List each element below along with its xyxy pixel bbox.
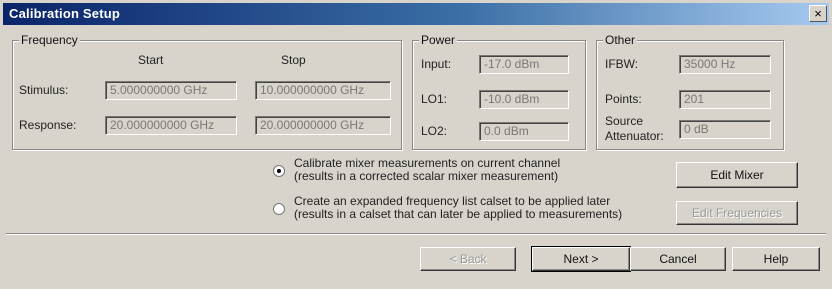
source-attenuator-field[interactable]: 0 dB xyxy=(679,120,771,139)
title-bar[interactable]: Calibration Setup × xyxy=(3,3,829,25)
lo1-power-field[interactable]: -10.0 dBm xyxy=(479,90,569,109)
close-icon[interactable]: × xyxy=(809,5,827,22)
ifbw-field[interactable]: 35000 Hz xyxy=(679,55,771,74)
points-field[interactable]: 201 xyxy=(679,90,771,109)
lo2-label: LO2: xyxy=(421,124,448,138)
cancel-button[interactable]: Cancel xyxy=(630,247,726,271)
calibrate-mixer-option[interactable]: Calibrate mixer measurements on current … xyxy=(294,157,560,183)
next-button[interactable]: Next > xyxy=(531,246,631,272)
power-legend: Power xyxy=(419,33,458,47)
input-label: Input: xyxy=(421,57,452,71)
edit-mixer-button[interactable]: Edit Mixer xyxy=(676,162,798,188)
source-attenuator-label-line1: Source xyxy=(605,114,644,128)
expanded-calset-option-line2: (results in a calset that can later be a… xyxy=(294,207,623,221)
response-start-field[interactable]: 20.000000000 GHz xyxy=(105,116,237,135)
stimulus-label: Stimulus: xyxy=(19,83,69,97)
footer-separator xyxy=(6,233,826,235)
frequency-group: Frequency Start Stop Stimulus: 5.0000000… xyxy=(12,33,402,150)
dialog-title: Calibration Setup xyxy=(9,6,121,21)
radio-selected-dot xyxy=(277,169,281,173)
calibrate-mixer-option-line2: (results in a corrected scalar mixer mea… xyxy=(294,169,559,183)
calibration-setup-dialog: Calibration Setup × Frequency Start Stop… xyxy=(0,0,832,289)
frequency-legend: Frequency xyxy=(19,33,80,47)
points-label: Points: xyxy=(605,92,642,106)
input-power-field[interactable]: -17.0 dBm xyxy=(479,55,569,74)
help-button[interactable]: Help xyxy=(732,247,820,271)
lo2-power-field[interactable]: 0.0 dBm xyxy=(479,122,569,141)
calibrate-mixer-radio[interactable] xyxy=(273,165,285,177)
other-legend: Other xyxy=(603,33,638,47)
stimulus-stop-field[interactable]: 10.000000000 GHz xyxy=(255,81,391,100)
edit-frequencies-button[interactable]: Edit Frequencies xyxy=(676,201,798,225)
source-attenuator-label-line2: Attenuator: xyxy=(605,129,664,143)
start-column-header: Start xyxy=(138,53,164,67)
response-label: Response: xyxy=(19,118,77,132)
lo1-label: LO1: xyxy=(421,92,448,106)
expanded-calset-option[interactable]: Create an expanded frequency list calset… xyxy=(294,195,622,221)
other-group: Other IFBW: 35000 Hz Points: 201 Source … xyxy=(596,33,784,150)
back-button[interactable]: < Back xyxy=(420,247,516,271)
stop-column-header: Stop xyxy=(281,53,306,67)
expanded-calset-radio[interactable] xyxy=(273,203,285,215)
power-group: Power Input: -17.0 dBm LO1: -10.0 dBm LO… xyxy=(412,33,586,150)
ifbw-label: IFBW: xyxy=(605,57,639,71)
stimulus-start-field[interactable]: 5.000000000 GHz xyxy=(105,81,237,100)
response-stop-field[interactable]: 20.000000000 GHz xyxy=(255,116,391,135)
